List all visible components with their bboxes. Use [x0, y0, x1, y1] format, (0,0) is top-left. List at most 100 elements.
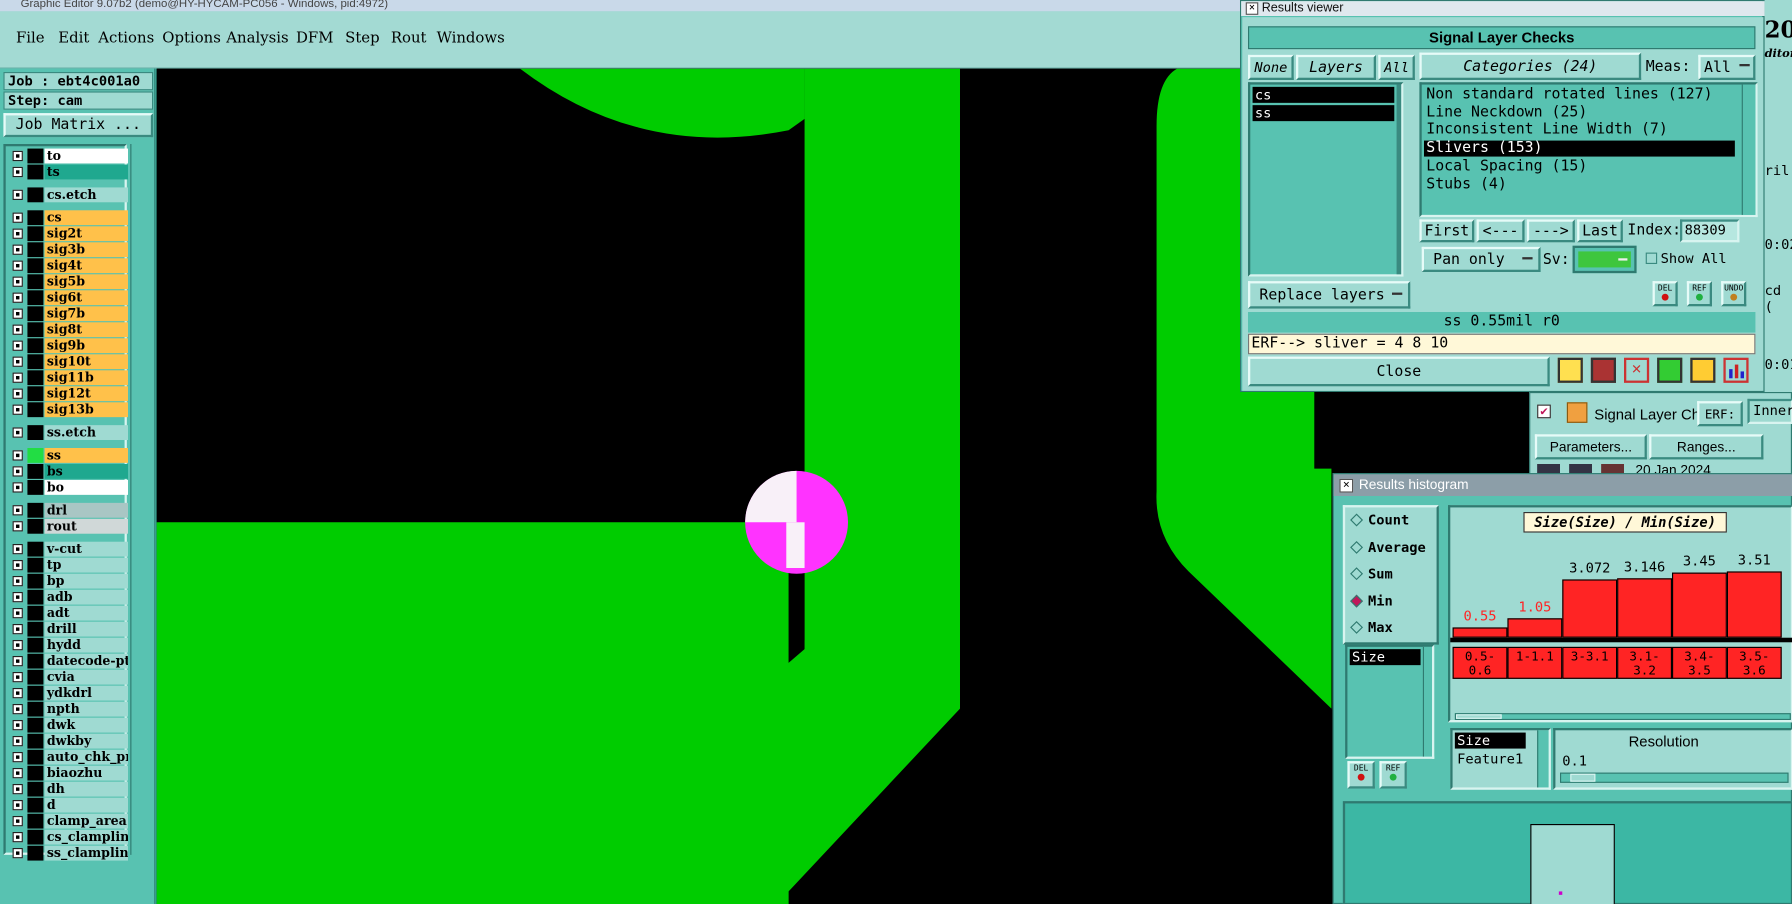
layer-checkbox[interactable] — [12, 166, 23, 178]
layer-name[interactable]: drl — [44, 502, 128, 518]
category-item[interactable]: Non standard rotated lines (127) — [1424, 86, 1735, 103]
layer-checkbox[interactable] — [12, 671, 23, 683]
menu-step[interactable]: Step — [345, 30, 379, 47]
layer-checkbox[interactable] — [12, 260, 23, 271]
layer-row[interactable]: sig10t — [9, 354, 128, 370]
layer-checkbox[interactable] — [12, 751, 23, 763]
layer-row[interactable]: clamp_area — [9, 813, 128, 829]
layers-icon[interactable] — [1657, 357, 1683, 383]
layer-row[interactable]: hydd — [9, 637, 128, 653]
layer-display-swatch[interactable] — [27, 781, 44, 797]
layer-name[interactable]: dwk — [44, 717, 128, 733]
layer-checkbox[interactable] — [12, 815, 23, 827]
category-item[interactable]: Slivers (153) — [1423, 140, 1735, 157]
layer-display-swatch[interactable] — [27, 518, 44, 534]
layer-row[interactable]: sig13b — [9, 402, 128, 418]
histogram-bar[interactable] — [1562, 579, 1618, 638]
layer-name[interactable]: sig13b — [44, 402, 128, 418]
layer-checkbox[interactable] — [12, 450, 23, 461]
layer-name[interactable]: rout — [44, 518, 128, 534]
layer-checkbox[interactable] — [12, 482, 23, 493]
first-button[interactable]: First — [1419, 219, 1475, 243]
layer-display-swatch[interactable] — [27, 573, 44, 589]
layer-display-swatch[interactable] — [27, 765, 44, 781]
layer-row[interactable]: bp — [9, 573, 128, 589]
layer-name[interactable]: sig9b — [44, 338, 128, 354]
last-button[interactable]: Last — [1577, 219, 1623, 243]
layer-row[interactable]: sig11b — [9, 370, 128, 386]
layer-name[interactable]: sig5b — [44, 274, 128, 290]
layer-checkbox[interactable] — [12, 623, 23, 635]
layer-checkbox[interactable] — [12, 687, 23, 699]
attribute-scrollbar[interactable] — [1422, 646, 1432, 757]
layer-display-swatch[interactable] — [27, 402, 44, 418]
meas-dropdown[interactable]: All — [1698, 54, 1756, 80]
layer-name[interactable]: sig12t — [44, 386, 128, 402]
layer-name[interactable]: biaozhu — [44, 765, 128, 781]
menu-dfm[interactable]: DFM — [296, 30, 333, 47]
layer-checkbox[interactable] — [12, 404, 23, 415]
layer-checkbox[interactable] — [12, 189, 23, 200]
layer-list-scrollbar[interactable] — [130, 143, 152, 855]
layer-checkbox[interactable] — [12, 591, 23, 603]
layer-row[interactable]: dh — [9, 781, 128, 797]
layer-row[interactable]: adt — [9, 605, 128, 621]
layer-row[interactable]: d — [9, 797, 128, 813]
layer-name[interactable]: sig10t — [44, 354, 128, 370]
layer-row[interactable]: drl — [9, 502, 128, 518]
layer-row[interactable]: adb — [9, 589, 128, 605]
attribute-item[interactable]: Size — [1349, 649, 1421, 666]
layer-display-swatch[interactable] — [27, 653, 44, 669]
layer-name[interactable]: adb — [44, 589, 128, 605]
mode-radio-average[interactable]: Average — [1350, 539, 1426, 555]
replace-layers-dropdown[interactable]: Replace layers — [1247, 281, 1411, 309]
layer-row[interactable]: ss — [9, 447, 128, 463]
layer-checkbox[interactable] — [12, 575, 23, 587]
layer-row[interactable]: ss.etch — [9, 425, 128, 440]
layer-row[interactable]: datecode-pt — [9, 653, 128, 669]
layer-display-swatch[interactable] — [27, 306, 44, 322]
layer-row[interactable]: sig3b — [9, 242, 128, 258]
hist-del-button[interactable]: DEL — [1347, 761, 1375, 789]
layer-row[interactable]: ts — [9, 164, 128, 180]
layer-name[interactable]: cs.etch — [44, 187, 128, 203]
layer-row[interactable]: tp — [9, 557, 128, 573]
close-button[interactable]: Close — [1247, 356, 1550, 387]
layer-display-swatch[interactable] — [27, 164, 44, 180]
layer-checkbox[interactable] — [12, 244, 23, 255]
layer-checkbox[interactable] — [12, 799, 23, 811]
layer-display-swatch[interactable] — [27, 425, 44, 440]
window-close-icon[interactable]: × — [1339, 478, 1354, 493]
sv-dropdown[interactable] — [1572, 245, 1637, 274]
layers-list[interactable]: cs ss — [1247, 82, 1404, 277]
category-item[interactable]: Line Neckdown (25) — [1424, 104, 1735, 121]
layer-checkbox[interactable] — [12, 356, 23, 367]
category-item[interactable]: Stubs (4) — [1424, 176, 1735, 193]
layer-name[interactable]: sig11b — [44, 370, 128, 386]
layer-display-swatch[interactable] — [27, 541, 44, 557]
layer-name[interactable]: adt — [44, 605, 128, 621]
overview-panel[interactable] — [1342, 801, 1792, 904]
all-layers-button[interactable]: All — [1378, 54, 1415, 80]
histogram-bar[interactable] — [1452, 627, 1508, 638]
histogram-bar[interactable] — [1671, 572, 1727, 638]
table-header-size[interactable]: Size — [1454, 732, 1526, 749]
layer-name[interactable]: sig8t — [44, 322, 128, 338]
layer-display-swatch[interactable] — [27, 274, 44, 290]
layer-name[interactable]: ss_clampline — [44, 845, 128, 861]
layer-row[interactable]: dwkby — [9, 733, 128, 749]
layer-checkbox[interactable] — [12, 372, 23, 383]
mode-radio-min[interactable]: Min — [1350, 593, 1393, 609]
layer-checkbox[interactable] — [12, 427, 23, 438]
layer-checkbox[interactable] — [12, 543, 23, 555]
layer-name[interactable]: sig2t — [44, 226, 128, 242]
layer-checkbox[interactable] — [12, 767, 23, 779]
resolution-slider[interactable] — [1559, 772, 1789, 783]
layer-display-swatch[interactable] — [27, 749, 44, 765]
layer-display-swatch[interactable] — [27, 701, 44, 717]
layer-name[interactable]: cvia — [44, 669, 128, 685]
hist-ref-button[interactable]: REF — [1379, 761, 1407, 789]
layers-button[interactable]: Layers — [1295, 54, 1376, 80]
result-table[interactable]: Size Feature1 — [1450, 727, 1551, 790]
ref-button[interactable]: REF — [1686, 281, 1712, 307]
